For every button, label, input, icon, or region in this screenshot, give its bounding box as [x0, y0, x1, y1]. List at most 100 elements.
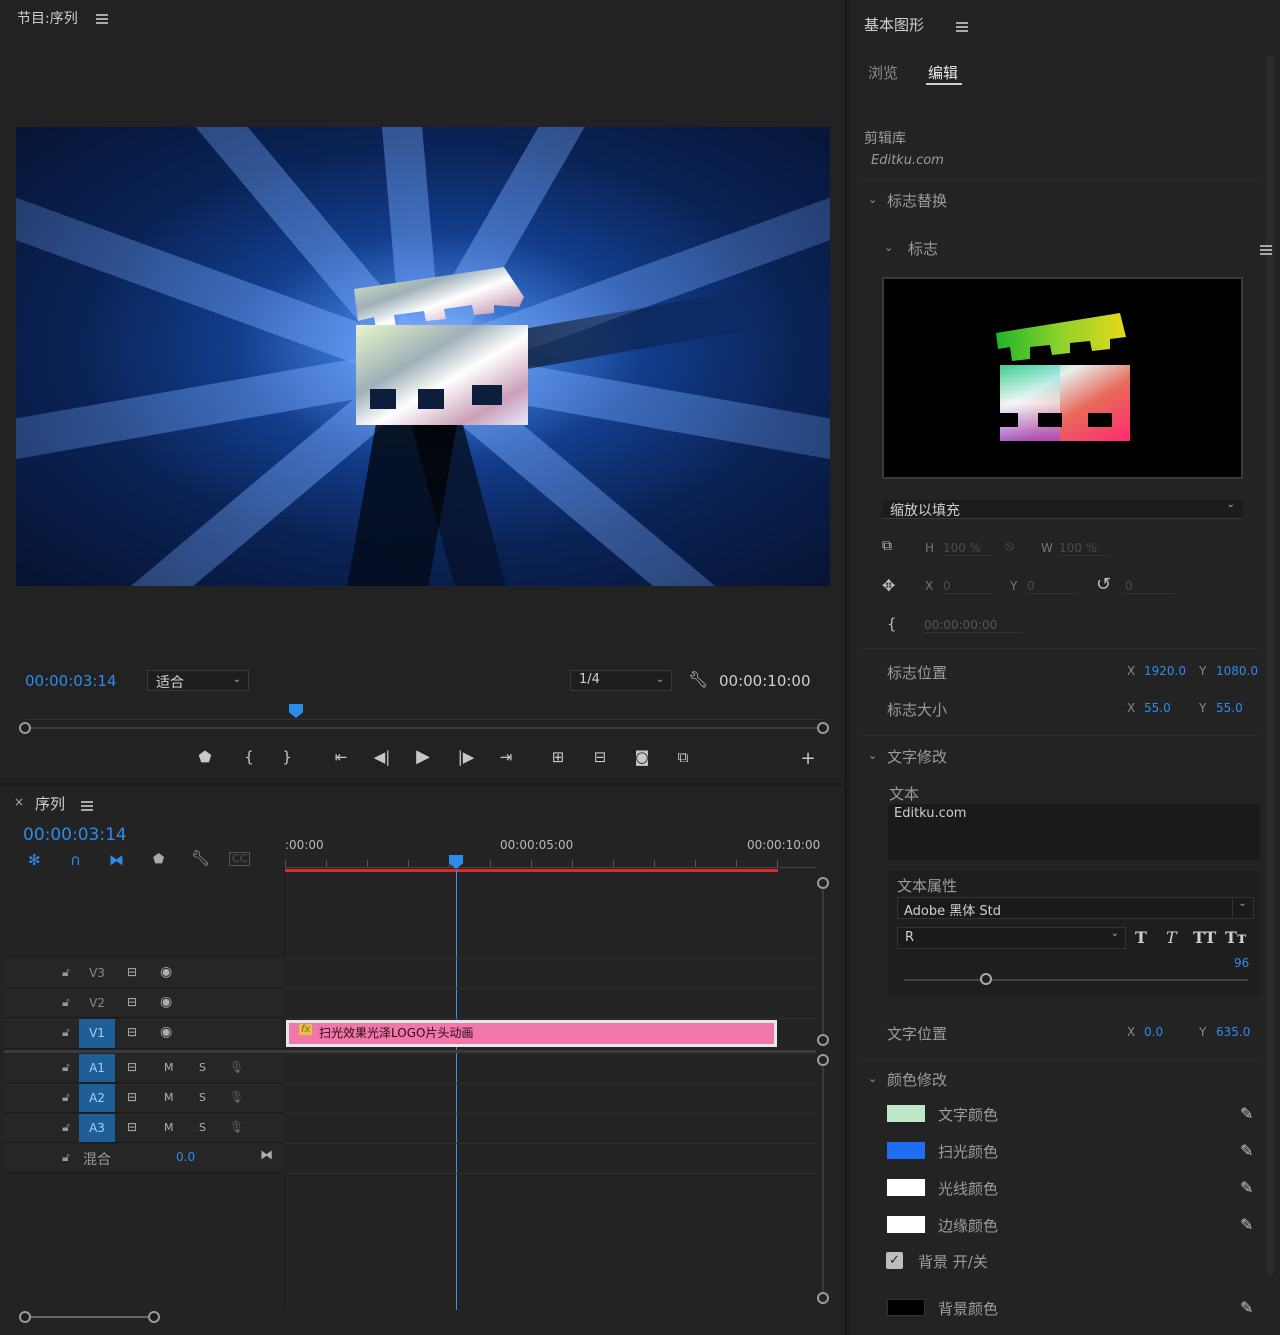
video-audio-divider[interactable]: [4, 1050, 816, 1053]
all-caps-icon[interactable]: TT: [1193, 928, 1216, 947]
logo-position-y[interactable]: 1080.0: [1216, 664, 1258, 678]
zoom-handle-left[interactable]: [19, 722, 31, 734]
text-color-swatch[interactable]: [887, 1105, 925, 1122]
fit-dropdown[interactable]: 适合 ⌄: [147, 670, 249, 691]
lock-icon[interactable]: 🔓︎: [62, 1150, 70, 1165]
position-y-field[interactable]: 0: [1027, 579, 1077, 594]
light-color-swatch[interactable]: [887, 1179, 925, 1196]
panel-scrollbar[interactable]: [1266, 55, 1274, 1275]
time-field[interactable]: 00:00:00:00: [924, 618, 1022, 633]
vertical-scrollbar-video[interactable]: [822, 890, 824, 1035]
mute-button[interactable]: M: [164, 1091, 174, 1104]
faux-italic-icon[interactable]: T: [1166, 928, 1177, 947]
track-label-a2[interactable]: A2: [79, 1084, 115, 1112]
lock-icon[interactable]: 🔓︎: [62, 1025, 70, 1040]
go-to-out-button[interactable]: ⇥: [492, 746, 520, 768]
step-back-button[interactable]: ◀|: [368, 746, 396, 768]
microphone-icon[interactable]: 🎙︎: [229, 1060, 244, 1074]
chevron-down-icon[interactable]: ⌄: [868, 1072, 877, 1085]
font-size-value[interactable]: 96: [1234, 956, 1249, 970]
height-field[interactable]: 100 %: [943, 541, 993, 556]
width-field[interactable]: 100 %: [1059, 541, 1109, 556]
microphone-icon[interactable]: 🎙︎: [229, 1120, 244, 1134]
close-tab-icon[interactable]: ×: [14, 795, 24, 809]
section-logo-replace[interactable]: 标志替换: [887, 190, 947, 211]
eyedropper-icon[interactable]: ✎: [1240, 1215, 1253, 1234]
horizontal-zoom-handle-left[interactable]: [19, 1311, 31, 1323]
edge-color-swatch[interactable]: [887, 1216, 925, 1233]
export-frame-camera-icon[interactable]: ◙: [628, 746, 656, 768]
text-position-y[interactable]: 635.0: [1216, 1025, 1250, 1039]
solo-button[interactable]: S: [199, 1091, 206, 1104]
timeline-clip[interactable]: fx 扫光效果光泽LOGO片头动画: [286, 1020, 777, 1047]
faux-bold-icon[interactable]: T: [1135, 928, 1147, 947]
add-marker-icon[interactable]: ⬟: [153, 852, 164, 867]
track-label-a3[interactable]: A3: [79, 1114, 115, 1142]
sync-lock-icon[interactable]: ⊟: [127, 1025, 137, 1039]
sync-lock-icon[interactable]: ⊟: [127, 1060, 137, 1074]
solo-button[interactable]: S: [199, 1061, 206, 1074]
eyedropper-icon[interactable]: ✎: [1240, 1178, 1253, 1197]
eyedropper-icon[interactable]: ✎: [1240, 1298, 1253, 1317]
eye-icon[interactable]: ◉: [160, 964, 172, 980]
track-label-v2[interactable]: V2: [79, 989, 115, 1017]
section-color[interactable]: 颜色修改: [887, 1069, 947, 1090]
vertical-scroll-handle-top[interactable]: [817, 877, 829, 889]
resolution-dropdown[interactable]: 1/4 ⌄: [570, 670, 672, 691]
lock-icon[interactable]: 🔓︎: [62, 995, 70, 1010]
track-label-v1[interactable]: V1: [79, 1019, 115, 1048]
font-family-dropdown[interactable]: Adobe 黑体 Std ⌄: [897, 897, 1254, 919]
zoom-handle-right[interactable]: [817, 722, 829, 734]
background-color-swatch[interactable]: [887, 1299, 925, 1316]
horizontal-scrollbar[interactable]: [31, 1316, 149, 1318]
rotation-field[interactable]: 0: [1125, 579, 1175, 594]
wrench-icon[interactable]: 🔧︎: [191, 849, 210, 867]
timeline-timecode[interactable]: 00:00:03:14: [23, 825, 127, 845]
horizontal-zoom-handle-right[interactable]: [148, 1311, 160, 1323]
extract-button[interactable]: ⊟: [586, 746, 614, 768]
step-forward-button[interactable]: |▶: [452, 746, 480, 768]
move-icon[interactable]: ✥: [882, 576, 895, 595]
chevron-down-icon[interactable]: ⌄: [884, 241, 893, 254]
captions-icon[interactable]: CC: [229, 852, 251, 866]
sync-lock-icon[interactable]: ⊟: [127, 965, 137, 979]
sync-lock-icon[interactable]: ⊟: [127, 995, 137, 1009]
vertical-scroll-handle-bottom[interactable]: [817, 1292, 829, 1304]
track-label-a1[interactable]: A1: [79, 1054, 115, 1082]
background-toggle-checkbox[interactable]: ✓: [886, 1252, 903, 1269]
small-caps-icon[interactable]: Tт: [1225, 928, 1247, 947]
zoom-scroll-bar[interactable]: [30, 727, 818, 729]
lock-icon[interactable]: 🔓︎: [62, 1120, 70, 1135]
panel-menu-icon[interactable]: [956, 21, 969, 32]
mark-in-button[interactable]: {: [235, 746, 263, 768]
group-menu-icon[interactable]: [1260, 244, 1273, 255]
tab-edit[interactable]: 编辑: [928, 62, 958, 83]
font-size-slider-handle[interactable]: [980, 973, 992, 985]
add-marker-button[interactable]: ⬟: [191, 746, 219, 768]
scale-mode-dropdown[interactable]: 缩放以填充 ⌄: [882, 499, 1243, 519]
rotate-icon[interactable]: ↺: [1096, 574, 1111, 595]
mix-value[interactable]: 0.0: [176, 1150, 195, 1164]
sync-lock-icon[interactable]: ⊟: [127, 1090, 137, 1104]
bowtie-icon[interactable]: ⧓: [260, 1148, 273, 1163]
lock-icon[interactable]: 🔓︎: [62, 965, 70, 980]
sync-lock-icon[interactable]: ⊟: [127, 1120, 137, 1134]
logo-group-label[interactable]: 标志: [908, 238, 938, 259]
mark-out-button[interactable]: }: [273, 746, 301, 768]
linked-selection-icon[interactable]: ⧓: [109, 851, 124, 869]
vertical-scroll-handle-mid[interactable]: [817, 1034, 829, 1046]
eye-icon[interactable]: ◉: [160, 994, 172, 1010]
tab-browse[interactable]: 浏览: [868, 62, 898, 83]
text-position-x[interactable]: 0.0: [1144, 1025, 1163, 1039]
work-area-bar[interactable]: [285, 869, 778, 872]
font-style-dropdown[interactable]: R ⌄: [897, 927, 1126, 949]
sweep-color-swatch[interactable]: [887, 1142, 925, 1159]
font-size-slider[interactable]: [904, 979, 1248, 981]
chevron-down-icon[interactable]: ⌄: [868, 193, 877, 206]
track-label-v3[interactable]: V3: [79, 959, 115, 987]
program-monitor-title[interactable]: 节目:序列: [17, 8, 109, 28]
eyedropper-icon[interactable]: ✎: [1240, 1104, 1253, 1123]
sequence-tab[interactable]: 序列: [35, 793, 65, 814]
essential-graphics-title[interactable]: 基本图形: [864, 14, 924, 35]
snap-magnet-icon[interactable]: ∩: [70, 851, 81, 869]
